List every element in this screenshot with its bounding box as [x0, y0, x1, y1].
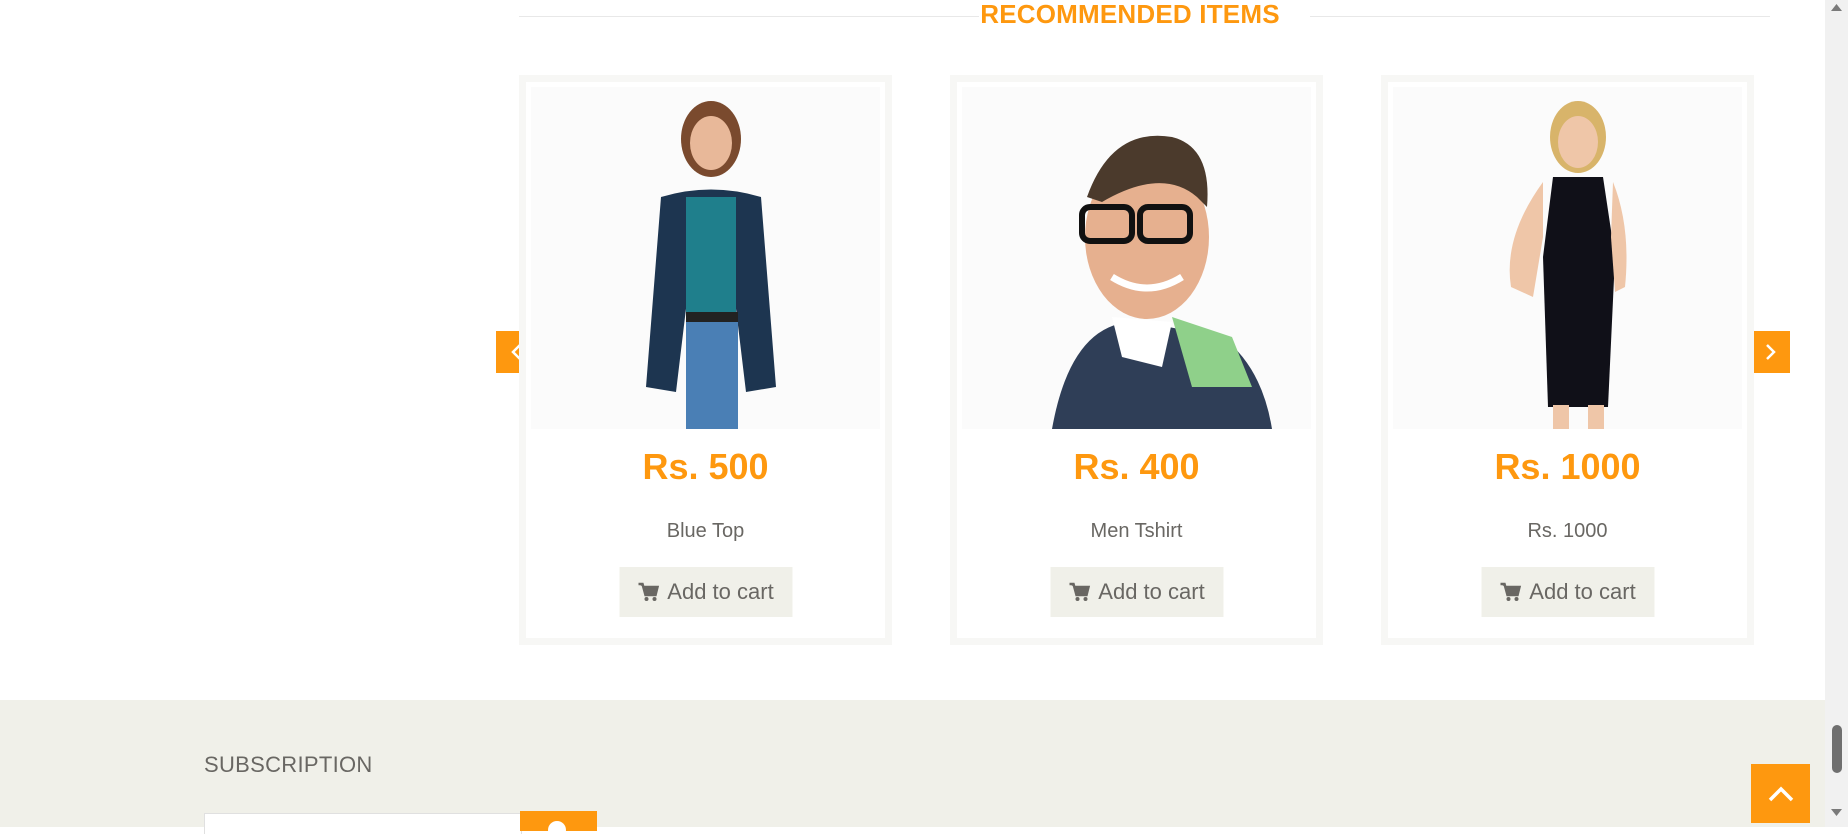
chevron-up-icon [1768, 786, 1793, 801]
product-card: Rs. 500 Blue Top Add to cart [519, 75, 892, 645]
cart-icon [1500, 582, 1521, 601]
scroll-to-top-button[interactable] [1751, 764, 1810, 823]
recommended-divider-right [1310, 16, 1770, 17]
product-price: Rs. 400 [1073, 446, 1200, 487]
product-name: Rs. 1000 [1527, 520, 1608, 542]
add-to-cart-label: Add to cart [667, 579, 774, 604]
carousel-next-button[interactable] [1749, 331, 1790, 373]
cart-icon [1069, 582, 1090, 601]
product-card: Rs. 1000 Rs. 1000 Add to cart [1381, 75, 1754, 645]
scroll-down-arrow-icon[interactable] [1830, 808, 1843, 818]
recommended-title: RECOMMENDED ITEMS [980, 0, 1280, 29]
product-name: Men Tshirt [1090, 520, 1183, 542]
cart-icon [638, 582, 659, 601]
add-to-cart-label: Add to cart [1529, 579, 1636, 604]
add-to-cart-button[interactable]: Add to cart [1050, 567, 1223, 617]
product-card: Rs. 400 Men Tshirt Add to cart [950, 75, 1323, 645]
chevron-right-icon [1765, 344, 1776, 360]
page-scrollbar[interactable] [1825, 0, 1848, 827]
product-image [962, 87, 1311, 429]
product-price: Rs. 1000 [1494, 446, 1641, 487]
product-price: Rs. 500 [642, 446, 769, 487]
scrollbar-thumb[interactable] [1832, 725, 1842, 773]
subscribe-button[interactable] [520, 811, 597, 839]
add-to-cart-label: Add to cart [1098, 579, 1205, 604]
product-name: Blue Top [666, 520, 745, 542]
product-image [531, 87, 880, 429]
scroll-up-arrow-icon[interactable] [1830, 2, 1843, 12]
recommended-divider-left [519, 16, 979, 17]
add-to-cart-button[interactable]: Add to cart [619, 567, 792, 617]
arrow-circle-icon [548, 821, 566, 839]
product-image [1393, 87, 1742, 429]
add-to-cart-button[interactable]: Add to cart [1481, 567, 1654, 617]
subscription-title: SUBSCRIPTION [204, 752, 373, 777]
subscription-email-input[interactable] [204, 813, 522, 834]
